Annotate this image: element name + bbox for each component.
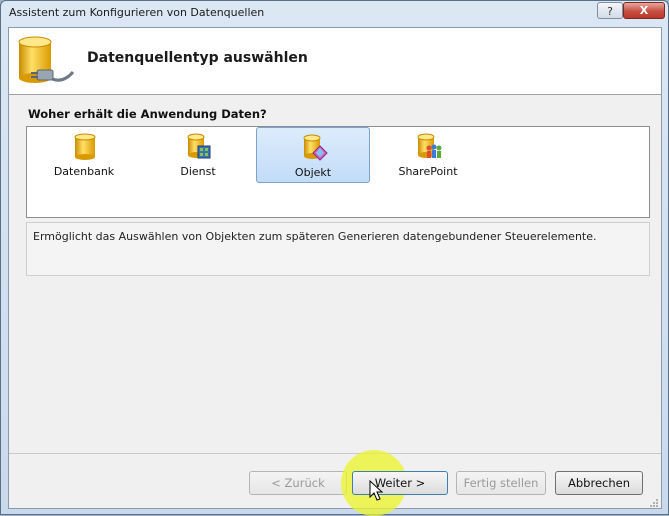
datasource-item-label: Objekt (294, 166, 332, 179)
back-button[interactable]: < Zurück (249, 471, 347, 495)
database-object-icon (303, 134, 328, 161)
datasource-item-label: SharePoint (398, 165, 458, 178)
database-service-icon (187, 133, 211, 159)
database-icon (74, 133, 96, 160)
wizard-window: Assistent zum Konfigurieren von Datenque… (0, 0, 669, 516)
wizard-header: Datenquellentyp auswählen (9, 28, 661, 95)
database-sharepoint-icon (417, 133, 442, 158)
close-button[interactable]: X (623, 2, 665, 19)
button-separator (9, 453, 661, 454)
cancel-button[interactable]: Abbrechen (555, 471, 643, 495)
page-title: Datenquellentyp auswählen (87, 50, 308, 66)
description-panel: Ermöglicht das Auswählen von Objekten zu… (26, 222, 650, 276)
finish-button[interactable]: Fertig stellen (456, 471, 546, 495)
mouse-pointer-icon (369, 480, 384, 501)
datasource-item-dienst[interactable]: Dienst (141, 127, 255, 183)
window-title: Assistent zum Konfigurieren von Datenque… (9, 6, 265, 19)
datasource-item-sharepoint[interactable]: SharePoint (371, 127, 485, 183)
datasource-item-label: Dienst (180, 165, 216, 178)
datasource-type-list[interactable]: Datenbank Dienst Objekt SharePoint (26, 126, 650, 218)
wizard-client-area: Datenquellentyp auswählen Woher erhält d… (8, 27, 662, 516)
datasource-item-label: Datenbank (53, 165, 115, 178)
help-button[interactable]: ? (597, 2, 623, 19)
database-plug-icon (18, 36, 75, 83)
datasource-item-objekt[interactable]: Objekt (256, 127, 370, 183)
title-bar[interactable]: Assistent zum Konfigurieren von Datenque… (1, 1, 668, 25)
description-text: Ermöglicht das Auswählen von Objekten zu… (33, 230, 597, 243)
next-button[interactable]: Weiter > (352, 471, 448, 495)
datasource-item-datenbank[interactable]: Datenbank (27, 127, 141, 183)
source-question-label: Woher erhält die Anwendung Daten? (28, 107, 267, 121)
resize-grip-icon[interactable] (649, 498, 659, 508)
